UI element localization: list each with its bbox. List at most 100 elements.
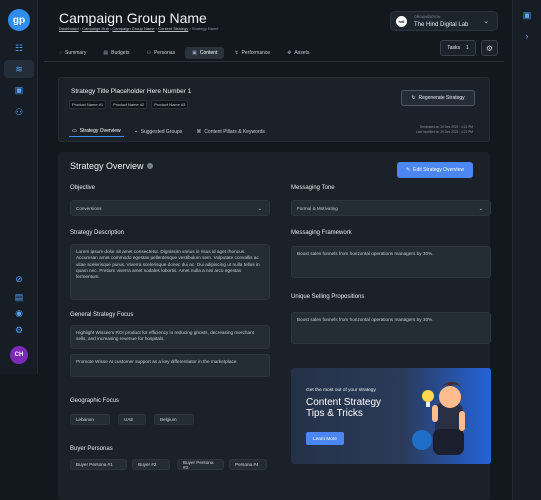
usp-text[interactable]: Boost sales funnels from horizontal oper… — [291, 312, 491, 344]
geo-label: Lebanon — [76, 417, 94, 422]
wallet-icon: ▤ — [103, 50, 109, 56]
messaging-framework-text[interactable]: Boost sales funnels from horizontal oper… — [291, 246, 491, 278]
promo-title-line2: Tips & Tricks — [306, 408, 363, 419]
subtab-suggested-groups[interactable]: ⌁ Suggested Groups — [132, 126, 186, 137]
users-icon: ⚇ — [146, 50, 151, 56]
tab-content[interactable]: ▣ Content — [185, 47, 225, 59]
strategy-meta: Generated on 10 Dec 2023 · 4:21 PM Last … — [416, 125, 473, 135]
buyer-personas-label: Buyer Personas — [70, 446, 113, 452]
messaging-tone-select[interactable]: Formal & Motivating ⌄ — [291, 200, 491, 216]
strategy-overview-title: Strategy Overview ? — [70, 161, 153, 171]
pillars-icon: ⌘ — [196, 128, 202, 135]
usp-label: Unique Selling Propositions — [291, 294, 365, 300]
overview-title-text: Strategy Overview — [70, 161, 144, 171]
gear-icon[interactable]: ⚙ — [481, 40, 498, 56]
geographic-focus-label: Geographic Focus — [70, 398, 120, 404]
product-tag: Product Name #3 — [151, 100, 189, 109]
subtab-label: Content Pillars & Keywords — [204, 128, 265, 135]
tab-budgets[interactable]: ▤ Budgets — [96, 47, 136, 59]
view-icon[interactable]: ◉ — [13, 307, 25, 319]
regenerate-strategy-button[interactable]: ↻ Regenerate Strategy — [401, 90, 475, 106]
breadcrumb-content-strategy[interactable]: Content Strategy — [158, 26, 188, 31]
tab-personas[interactable]: ⚇ Personas — [139, 47, 182, 59]
layers-icon: ◌ — [59, 50, 62, 56]
notification-icon[interactable]: ▣ — [522, 10, 532, 20]
assets-icon: ✥ — [287, 50, 292, 56]
tab-label: Assets — [294, 50, 310, 56]
edit-icon: ✎ — [405, 167, 411, 173]
chart-icon: ↯ — [234, 50, 239, 56]
promo-title: Content Strategy Tips & Tricks — [306, 397, 381, 419]
product-tag: Product Name #2 — [110, 100, 148, 109]
persona-pill: Buyer #2 — [132, 459, 170, 470]
objective-label: Objective — [70, 185, 96, 191]
tab-label: Budgets — [111, 50, 130, 56]
focus-item[interactable]: Promote Wisse AI customer support as a k… — [70, 354, 270, 377]
layers-icon[interactable]: ≋ — [4, 60, 34, 78]
overview-icon: ▭ — [72, 128, 77, 134]
main-tabs: ◌ Summary ▤ Budgets ⚇ Personas ▣ Content ↯ Pe… — [52, 47, 316, 59]
subtab-strategy-overview[interactable]: ▭ Strategy Overview — [69, 126, 124, 137]
app-logo[interactable]: gp — [8, 9, 30, 31]
geo-label: UAE — [124, 417, 134, 422]
link-icon[interactable]: ⊘ — [13, 273, 25, 285]
tasks-count: 1 — [466, 45, 469, 51]
messaging-tone-label: Messaging Tone — [291, 185, 335, 191]
help-icon[interactable]: ? — [146, 163, 153, 169]
breadcrumb-campaign-hub[interactable]: Campaign Hub — [82, 26, 109, 31]
settings-icon[interactable]: ⚙ — [13, 324, 25, 336]
main-content: Campaign Group Name Dashboard › Campaign… — [44, 0, 504, 500]
learn-more-button[interactable]: Learn More — [306, 432, 344, 445]
tasks-button[interactable]: Tasks 1 — [440, 40, 476, 56]
briefcase-icon[interactable]: ▣ — [13, 84, 25, 96]
geo-label: Belgium — [160, 417, 177, 422]
edit-strategy-overview-button[interactable]: ✎ Edit Strategy Overview — [397, 162, 473, 178]
page-title: Campaign Group Name — [59, 10, 207, 26]
edit-label: Edit Strategy Overview — [413, 167, 465, 173]
document-icon[interactable]: ▤ — [13, 291, 25, 303]
persona-pill: Persona #4 — [229, 459, 267, 470]
organization-logo: hdl — [396, 16, 407, 27]
product-tag: Product Name #1 — [69, 100, 107, 109]
strategy-overview-panel: Strategy Overview ? ✎ Edit Strategy Over… — [58, 152, 491, 500]
persona-pill: Buyer Persona #3 — [177, 459, 224, 470]
tab-summary[interactable]: ◌ Summary — [52, 47, 93, 59]
messaging-tone-value: Formal & Motivating — [297, 205, 338, 211]
dashboard-icon[interactable]: ☷ — [13, 42, 25, 54]
chevron-down-icon: ⌄ — [483, 18, 489, 25]
tab-assets[interactable]: ✥ Assets — [280, 47, 316, 59]
regenerate-label: Regenerate Strategy — [418, 95, 465, 101]
geo-pill-uae: UAE — [118, 414, 146, 425]
collapse-icon[interactable]: › — [522, 31, 532, 41]
organization-selector[interactable]: hdl ORGANIZATION The Hind Digital Lab ⌄ — [390, 11, 498, 31]
groups-icon: ⌁ — [134, 128, 138, 135]
strategy-subtabs: ▭ Strategy Overview ⌁ Suggested Groups ⌘ Co… — [69, 126, 268, 137]
subtab-label: Strategy Overview — [79, 128, 121, 134]
user-avatar[interactable]: CH — [10, 346, 28, 364]
breadcrumb-dashboard[interactable]: Dashboard — [59, 26, 79, 31]
subtab-label: Suggested Groups — [140, 128, 183, 135]
persona-pill: Buyer Persona #1 — [70, 459, 127, 470]
right-sidebar: ▣ › — [512, 0, 541, 500]
strategy-description-label: Strategy Description — [70, 230, 125, 236]
tab-label: Performance — [241, 50, 271, 56]
strategy-description-text[interactable]: Lorem ipsum dolor sit amet consectetur. … — [70, 244, 270, 300]
chevron-down-icon: ⌄ — [478, 206, 483, 212]
tab-label: Summary — [64, 50, 87, 56]
subtab-content-pillars[interactable]: ⌘ Content Pillars & Keywords — [193, 126, 268, 137]
breadcrumb: Dashboard › Campaign Hub › Campaign Grou… — [59, 26, 219, 31]
breadcrumb-campaign-group[interactable]: Campaign Group Name — [112, 26, 154, 31]
objective-select[interactable]: Conversions ⌄ — [70, 200, 270, 216]
people-icon[interactable]: ⚇ — [13, 106, 25, 118]
tab-performance[interactable]: ↯ Performance — [227, 47, 277, 59]
general-focus-label: General Strategy Focus — [70, 312, 134, 318]
tasks-label: Tasks — [447, 45, 460, 51]
character-illustration — [412, 381, 465, 455]
file-icon: ▣ — [192, 50, 197, 56]
breadcrumb-strategy-name: Strategy Name — [191, 26, 219, 31]
focus-item[interactable]: Highlight Wissee's ROI product for effic… — [70, 325, 270, 349]
header-divider — [44, 61, 504, 62]
tips-promo-banner: Get the most out of your strategy Conten… — [291, 368, 491, 464]
strategy-card: Strategy Title Placeholder Here Number 1… — [58, 77, 490, 142]
geo-pill-lebanon: Lebanon — [70, 414, 110, 425]
